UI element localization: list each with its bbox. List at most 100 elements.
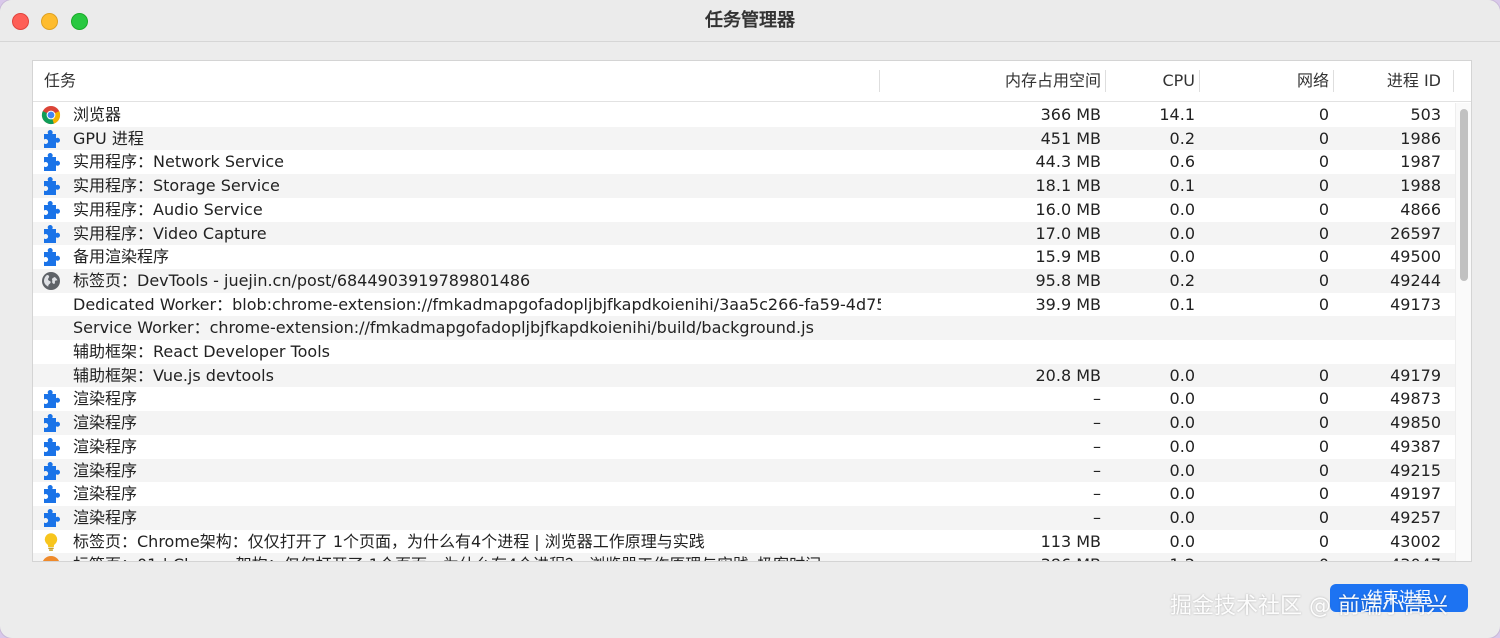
memory-cell: 17.0 MB — [1035, 223, 1102, 243]
column-header-task[interactable]: 任务 — [44, 61, 344, 101]
window-title: 任务管理器 — [705, 10, 795, 31]
table-body: 浏览器 366 MB 14.1 0 503 GPU 进程 451 MB 0.2 0 1986 实用程… — [33, 103, 1455, 561]
memory-cell: – — [1093, 460, 1101, 480]
network-cell: 0 — [1318, 294, 1329, 314]
table-row[interactable]: 标签页：DevTools - juejin.cn/post/6844903919… — [33, 268, 1455, 293]
table-row[interactable]: Service Worker：chrome-extension://fmkadm… — [33, 316, 1455, 340]
column-header-network[interactable]: 网络 — [1213, 61, 1329, 101]
network-cell: 0 — [1318, 484, 1329, 504]
table-row[interactable]: 渲染程序 – 0.0 0 49873 — [33, 387, 1455, 411]
task-name-cell: 标签页：Chrome架构：仅仅打开了 1个页面，为什么有4个进程 | 浏览器工作… — [73, 531, 705, 551]
memory-cell: – — [1093, 436, 1101, 456]
task-table: 任务 内存占用空间 CPU 网络 进程 ID 浏览器 366 MB 14.1 0 503… — [32, 60, 1472, 562]
pid-cell: 43002 — [1390, 531, 1441, 551]
table-row[interactable]: 实用程序：Network Service 44.3 MB 0.6 0 1987 — [33, 150, 1455, 174]
pid-cell: 49387 — [1390, 436, 1441, 456]
vertical-scrollbar[interactable] — [1455, 103, 1471, 561]
network-cell: 0 — [1318, 413, 1329, 433]
puzzle-icon — [41, 224, 61, 244]
puzzle-icon — [41, 129, 61, 149]
table-row[interactable]: 渲染程序 – 0.0 0 49197 — [33, 482, 1455, 506]
memory-cell: – — [1093, 389, 1101, 409]
table-row[interactable]: 辅助框架：Vue.js devtools 20.8 MB 0.0 0 49179 — [33, 363, 1455, 388]
memory-cell: – — [1093, 413, 1101, 433]
network-cell: 0 — [1318, 270, 1329, 290]
cpu-cell: 0.1 — [1169, 294, 1195, 314]
puzzle-icon — [41, 176, 61, 196]
column-divider[interactable] — [879, 70, 880, 92]
task-name-cell: 实用程序：Network Service — [73, 152, 285, 172]
table-row[interactable]: 渲染程序 – 0.0 0 49850 — [33, 411, 1455, 435]
task-name-cell: Dedicated Worker：blob:chrome-extension:/… — [73, 294, 881, 314]
table-row[interactable]: 标签页：Chrome架构：仅仅打开了 1个页面，为什么有4个进程 | 浏览器工作… — [33, 530, 1455, 554]
pid-cell: 49850 — [1390, 413, 1441, 433]
puzzle-icon — [41, 437, 61, 457]
table-row[interactable]: 渲染程序 – 0.0 0 49387 — [33, 435, 1455, 459]
task-name-cell: 实用程序：Storage Service — [73, 176, 280, 196]
pid-cell: 49257 — [1390, 507, 1441, 527]
cpu-cell: 0.1 — [1169, 176, 1195, 196]
task-name-cell: 备用渲染程序 — [73, 247, 170, 267]
pid-cell: 4866 — [1400, 199, 1441, 219]
table-row[interactable]: Dedicated Worker：blob:chrome-extension:/… — [33, 293, 1455, 317]
task-name-cell: 浏览器 — [73, 105, 122, 124]
memory-cell: 44.3 MB — [1035, 152, 1102, 172]
table-row[interactable]: 辅助框架：React Developer Tools — [33, 340, 1455, 364]
scrollbar-thumb[interactable] — [1460, 109, 1468, 281]
column-header-memory[interactable]: 内存占用空间 — [913, 61, 1101, 101]
task-name-cell: 渲染程序 — [73, 484, 138, 504]
pid-cell: 503 — [1410, 105, 1441, 124]
pid-cell: 49197 — [1390, 484, 1441, 504]
network-cell: 0 — [1318, 152, 1329, 172]
cpu-cell: 0.0 — [1169, 247, 1195, 267]
watermark: 掘金技术社区 @ 前端小高兴 — [1170, 594, 1448, 619]
table-row[interactable]: 渲染程序 – 0.0 0 49215 — [33, 458, 1455, 483]
task-name-cell: Service Worker：chrome-extension://fmkadm… — [73, 318, 814, 338]
table-row[interactable]: GPU 进程 451 MB 0.2 0 1986 — [33, 126, 1455, 151]
cpu-cell: 0.0 — [1169, 436, 1195, 456]
network-cell: 0 — [1318, 365, 1329, 385]
task-name-cell: 标签页：01 | Chrome架构：仅仅打开了 1个页面，为什么有4个进程？_浏… — [73, 553, 881, 561]
column-divider[interactable] — [1105, 70, 1106, 92]
memory-cell: 16.0 MB — [1035, 199, 1102, 219]
column-divider[interactable] — [1333, 70, 1334, 92]
network-cell — [1213, 340, 1329, 364]
column-divider[interactable] — [1453, 70, 1454, 92]
title-bar: 任务管理器 — [0, 0, 1500, 42]
memory-cell — [913, 340, 1101, 364]
puzzle-icon — [41, 461, 61, 481]
memory-cell: 113 MB — [1040, 531, 1101, 551]
table-row[interactable]: 备用渲染程序 15.9 MB 0.0 0 49500 — [33, 245, 1455, 269]
cpu-cell: 0.6 — [1169, 152, 1195, 172]
pid-cell: 49179 — [1390, 365, 1441, 385]
table-row[interactable]: 实用程序：Storage Service 18.1 MB 0.1 0 1988 — [33, 174, 1455, 198]
puzzle-icon — [41, 200, 61, 220]
cpu-cell: 0.0 — [1169, 484, 1195, 504]
puzzle-icon — [41, 484, 61, 504]
network-cell: 0 — [1318, 128, 1329, 148]
task-name-cell: 渲染程序 — [73, 413, 138, 433]
memory-cell: – — [1093, 507, 1101, 527]
column-header-cpu[interactable]: CPU — [1113, 61, 1195, 101]
pid-cell: 1986 — [1400, 128, 1441, 148]
column-header-pid[interactable]: 进程 ID — [1343, 61, 1441, 101]
puzzle-icon — [41, 389, 61, 409]
task-name-cell: 渲染程序 — [73, 389, 138, 409]
column-divider[interactable] — [1199, 70, 1200, 92]
pid-cell: 26597 — [1390, 223, 1441, 243]
pid-cell: 1988 — [1400, 176, 1441, 196]
network-cell: 0 — [1318, 105, 1329, 124]
cpu-cell: 0.0 — [1169, 365, 1195, 385]
table-row[interactable]: 实用程序：Audio Service 16.0 MB 0.0 0 4866 — [33, 198, 1455, 222]
memory-cell: – — [1093, 484, 1101, 504]
network-cell: 0 — [1318, 389, 1329, 409]
pid-cell: 43047 — [1343, 553, 1441, 561]
memory-cell: 95.8 MB — [1035, 270, 1102, 290]
task-name-cell: GPU 进程 — [73, 128, 144, 148]
table-row[interactable]: 标签页：01 | Chrome架构：仅仅打开了 1个页面，为什么有4个进程？_浏… — [33, 553, 1455, 561]
table-row[interactable]: 浏览器 366 MB 14.1 0 503 — [33, 103, 1455, 127]
task-name-cell: 标签页：DevTools - juejin.cn/post/6844903919… — [73, 270, 531, 290]
table-row[interactable]: 渲染程序 – 0.0 0 49257 — [33, 505, 1455, 530]
network-cell: 0 — [1318, 247, 1329, 267]
table-row[interactable]: 实用程序：Video Capture 17.0 MB 0.0 0 26597 — [33, 221, 1455, 246]
